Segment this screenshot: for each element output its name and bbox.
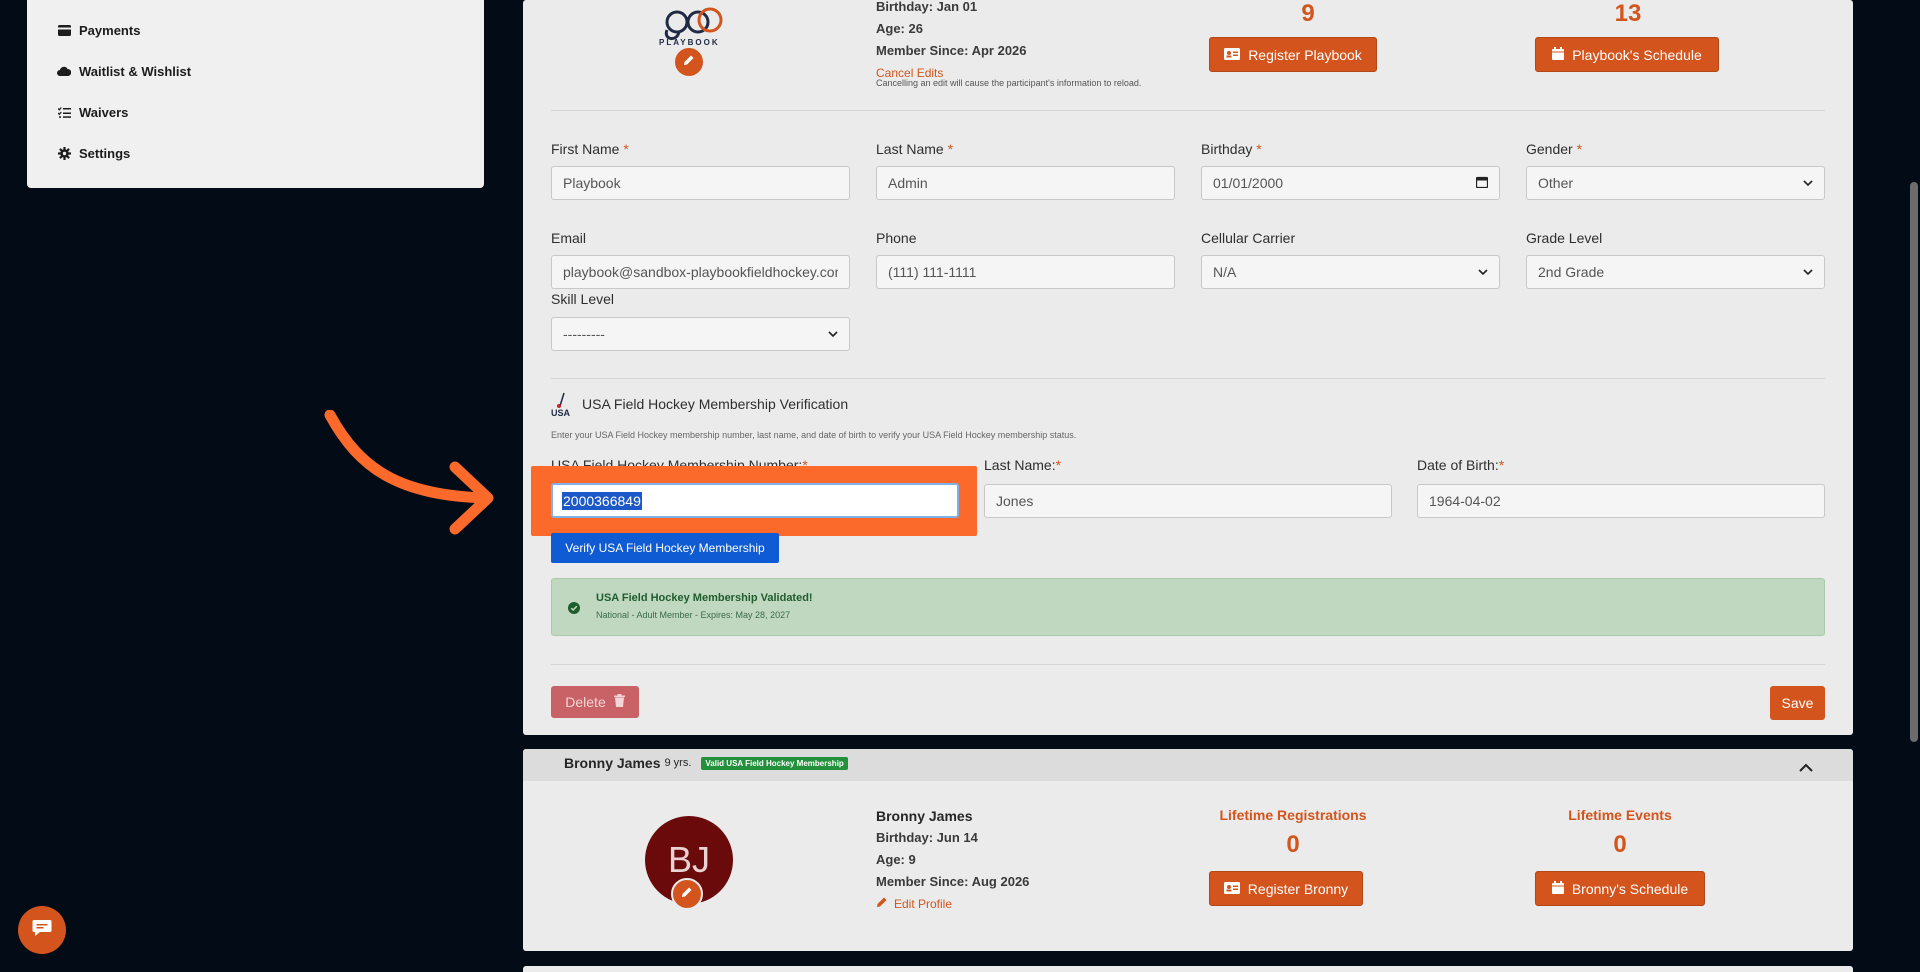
participant-name: Bronny James	[564, 755, 661, 771]
last-name-label: Last Name *	[876, 141, 954, 157]
last-name-input[interactable]: Admin	[876, 166, 1175, 200]
membership-validated-alert: USA Field Hockey Membership Validated! N…	[551, 578, 1825, 636]
annotation-arrow-icon	[324, 410, 494, 535]
profile-member-since: Member Since: Aug 2026	[876, 874, 1030, 889]
participant-age: 9 yrs.	[664, 757, 692, 769]
chevron-down-icon	[1803, 267, 1813, 277]
pencil-icon	[876, 893, 888, 915]
calendar-icon	[1552, 46, 1565, 63]
cancel-edits-note: Cancelling an edit will cause the partic…	[876, 78, 1142, 88]
birthday-input[interactable]: 01/01/2000	[1201, 166, 1500, 200]
first-name-label: First Name *	[551, 141, 629, 157]
profile-birthday: Birthday: Jan 01	[876, 0, 978, 14]
profile-info: Birthday: Jan 01 Age: 26 Member Since: A…	[876, 0, 1141, 88]
first-name-input[interactable]: Playbook	[551, 166, 850, 200]
edit-profile-link[interactable]: Edit Profile	[876, 893, 1029, 915]
save-button[interactable]: Save	[1770, 686, 1825, 720]
chevron-up-icon[interactable]	[1799, 759, 1813, 772]
divider	[551, 664, 1825, 665]
phone-label: Phone	[876, 230, 917, 246]
alert-detail: National - Adult Member - Expires: May 2…	[596, 610, 791, 620]
carrier-select[interactable]: N/A	[1201, 255, 1500, 289]
sidebar-item-payments[interactable]: Payments	[57, 19, 140, 41]
list-check-icon	[57, 105, 71, 119]
calendar-icon	[1551, 880, 1564, 897]
participant-card-header[interactable]: Bronny James 9 yrs. Valid USA Field Hock…	[523, 749, 1853, 781]
usa-membership-number-input[interactable]: 2000366849	[551, 483, 959, 518]
scrollbar-thumb[interactable]	[1910, 182, 1918, 742]
participant-card-bronny: Bronny James 9 yrs. Valid USA Field Hock…	[523, 749, 1853, 951]
chat-icon	[32, 919, 52, 942]
skill-select[interactable]: ---------	[551, 317, 850, 351]
sidebar: Payments Waitlist & Wishlist Waivers Set…	[27, 0, 484, 188]
usa-field-hockey-logo: USA	[551, 392, 573, 420]
participant-edit-card: PLAYBOOK Birthday: Jan 01 Age: 26 Member…	[523, 0, 1853, 735]
sidebar-item-label: Settings	[79, 145, 131, 161]
alert-title: USA Field Hockey Membership Validated!	[596, 592, 813, 604]
gender-label: Gender *	[1526, 141, 1583, 157]
edit-avatar-button[interactable]	[673, 46, 705, 78]
sidebar-item-label: Payments	[79, 22, 141, 38]
edit-avatar-button[interactable]	[671, 878, 703, 910]
lifetime-events-count: 0	[1613, 831, 1627, 858]
profile-member-since: Member Since: Apr 2026	[876, 43, 1027, 58]
verify-membership-button[interactable]: Verify USA Field Hockey Membership	[551, 533, 779, 563]
usa-verification-description: Enter your USA Field Hockey membership n…	[551, 430, 1077, 440]
profile-age: Age: 26	[876, 21, 923, 36]
credit-card-icon	[57, 23, 71, 37]
profile-name: Bronny James	[876, 808, 973, 824]
register-playbook-button[interactable]: Register Playbook	[1209, 37, 1377, 72]
usa-dob-label: Date of Birth:*	[1417, 457, 1505, 473]
gender-select[interactable]: Other	[1526, 166, 1825, 200]
grade-label: Grade Level	[1526, 230, 1603, 246]
lifetime-events-label: Lifetime Events	[1568, 807, 1672, 823]
chevron-down-icon	[828, 329, 838, 339]
pencil-icon	[681, 885, 693, 903]
registrations-count: 9	[1301, 0, 1315, 27]
skill-label: Skill Level	[551, 291, 615, 307]
email-input[interactable]: playbook@sandbox-playbookfieldhockey.com	[551, 255, 850, 289]
phone-input[interactable]: (111) 111-1111	[876, 255, 1175, 289]
playbook-schedule-button[interactable]: Playbook's Schedule	[1535, 37, 1719, 72]
pencil-icon	[683, 53, 695, 71]
chevron-down-icon	[1478, 267, 1488, 277]
email-label: Email	[551, 230, 587, 246]
birthday-label: Birthday *	[1201, 141, 1262, 157]
sidebar-item-label: Waitlist & Wishlist	[79, 63, 192, 79]
chevron-down-icon	[1803, 178, 1813, 188]
profile-birthday: Birthday: Jun 14	[876, 830, 978, 845]
bronny-schedule-button[interactable]: Bronny's Schedule	[1535, 871, 1705, 906]
calendar-icon[interactable]	[1475, 175, 1489, 191]
events-count: 13	[1614, 0, 1642, 27]
check-circle-icon	[568, 601, 580, 614]
trash-icon	[613, 694, 625, 710]
register-bronny-button[interactable]: Register Bronny	[1209, 871, 1363, 906]
gear-icon	[57, 146, 71, 160]
sidebar-item-waivers[interactable]: Waivers	[57, 101, 128, 123]
usa-last-name-input[interactable]: Jones	[984, 484, 1392, 518]
chat-button[interactable]	[18, 906, 66, 954]
grade-select[interactable]: 2nd Grade	[1526, 255, 1825, 289]
cloud-icon	[57, 64, 71, 78]
membership-badge: Valid USA Field Hockey Membership	[701, 756, 848, 770]
sidebar-item-waitlist[interactable]: Waitlist & Wishlist	[57, 60, 191, 82]
id-card-icon	[1223, 881, 1240, 897]
usa-logo-text: USA	[551, 408, 571, 418]
sidebar-item-label: Waivers	[79, 104, 129, 120]
delete-button[interactable]: Delete	[551, 686, 639, 718]
carrier-label: Cellular Carrier	[1201, 230, 1296, 246]
divider	[551, 110, 1825, 111]
sidebar-item-settings[interactable]: Settings	[57, 142, 130, 164]
usa-verification-title: USA Field Hockey Membership Verification	[582, 396, 849, 412]
usa-last-name-label: Last Name:*	[984, 457, 1062, 473]
next-participant-card	[523, 966, 1853, 972]
lifetime-registrations-label: Lifetime Registrations	[1219, 807, 1367, 823]
bronny-profile-info: Bronny James Birthday: Jun 14 Age: 9 Mem…	[876, 805, 1029, 915]
profile-age: Age: 9	[876, 852, 916, 867]
id-card-icon	[1224, 47, 1241, 63]
lifetime-registrations-count: 0	[1286, 831, 1300, 858]
usa-dob-input[interactable]: 1964-04-02	[1417, 484, 1825, 518]
divider	[551, 378, 1825, 379]
